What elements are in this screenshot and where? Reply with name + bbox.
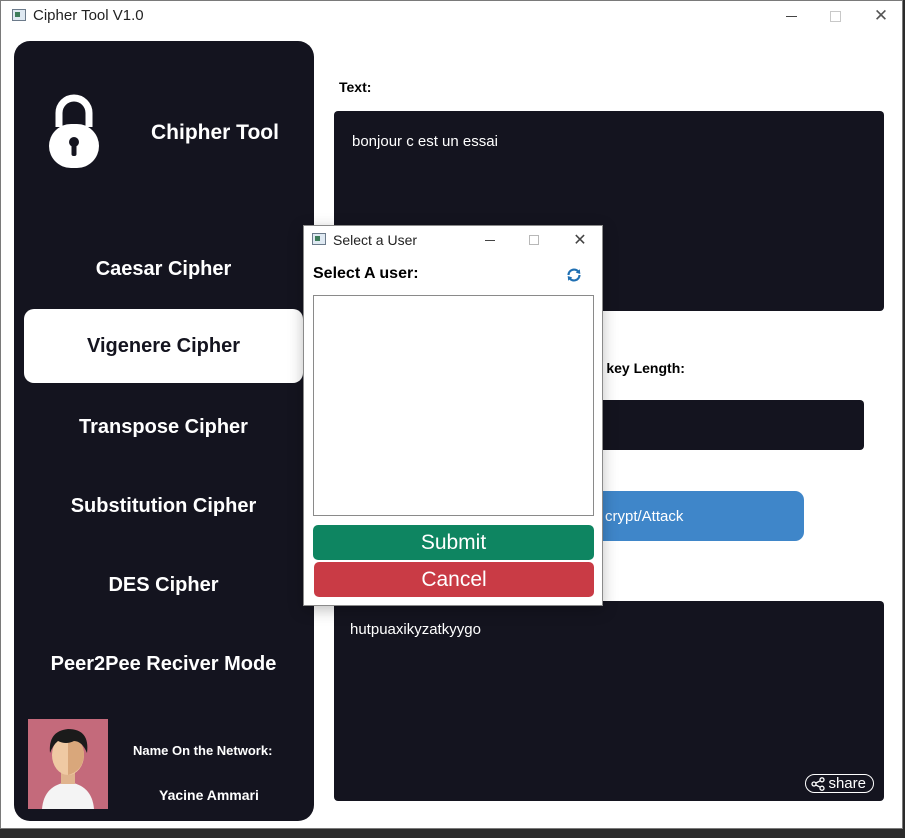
dialog-close-icon[interactable]: ✕ xyxy=(560,226,600,254)
nav-des-cipher[interactable]: DES Cipher xyxy=(24,548,303,622)
close-icon[interactable]: ✕ xyxy=(858,1,904,31)
dialog-maximize-icon[interactable] xyxy=(514,226,554,254)
select-user-dialog: Select a User ✕ Select A user: Submit Ca… xyxy=(303,225,603,606)
titlebar: Cipher Tool V1.0 ✕ xyxy=(1,1,902,31)
submit-button[interactable]: Submit xyxy=(313,525,594,560)
share-button[interactable]: share xyxy=(805,774,874,793)
avatar xyxy=(28,719,108,809)
nav-caesar-cipher[interactable]: Caesar Cipher xyxy=(24,232,303,306)
select-user-label: Select A user: xyxy=(313,265,419,282)
lock-icon xyxy=(49,94,99,168)
nav-peer2pee-reciver-mode[interactable]: Peer2Pee Reciver Mode xyxy=(24,627,303,701)
encrypt-attack-button[interactable]: crypt/Attack xyxy=(591,491,804,541)
key-input[interactable] xyxy=(591,400,864,450)
app-icon xyxy=(12,9,26,21)
refresh-icon[interactable] xyxy=(566,267,582,283)
encrypt-attack-label: crypt/Attack xyxy=(605,508,684,525)
text-label: Text: xyxy=(339,79,372,95)
nav-substitution-cipher[interactable]: Substitution Cipher xyxy=(24,469,303,543)
window-title: Cipher Tool V1.0 xyxy=(33,7,144,24)
share-label: share xyxy=(828,775,866,792)
network-user-name: Yacine Ammari xyxy=(159,787,259,803)
user-list[interactable] xyxy=(313,295,594,516)
dialog-app-icon xyxy=(312,233,326,245)
maximize-icon[interactable] xyxy=(812,1,858,31)
nav-transpose-cipher[interactable]: Transpose Cipher xyxy=(24,390,303,464)
nav-vigenere-cipher[interactable]: Vigenere Cipher xyxy=(24,309,303,383)
sidebar: Chipher Tool Caesar Cipher Vigenere Ciph… xyxy=(14,41,314,821)
cancel-button[interactable]: Cancel xyxy=(314,562,594,597)
app-name: Chipher Tool xyxy=(151,121,279,144)
share-icon xyxy=(811,776,826,791)
text-value: bonjour c est un essai xyxy=(352,133,498,150)
dialog-title: Select a User xyxy=(333,232,418,248)
minimize-icon[interactable] xyxy=(768,1,814,31)
dialog-minimize-icon[interactable] xyxy=(470,226,510,254)
network-name-label: Name On the Network: xyxy=(133,743,273,758)
output-value: hutpuaxikyzatkyygo xyxy=(350,621,481,638)
output-text[interactable]: hutpuaxikyzatkyygo share xyxy=(334,601,884,801)
key-length-label: r key Length: xyxy=(597,360,685,376)
